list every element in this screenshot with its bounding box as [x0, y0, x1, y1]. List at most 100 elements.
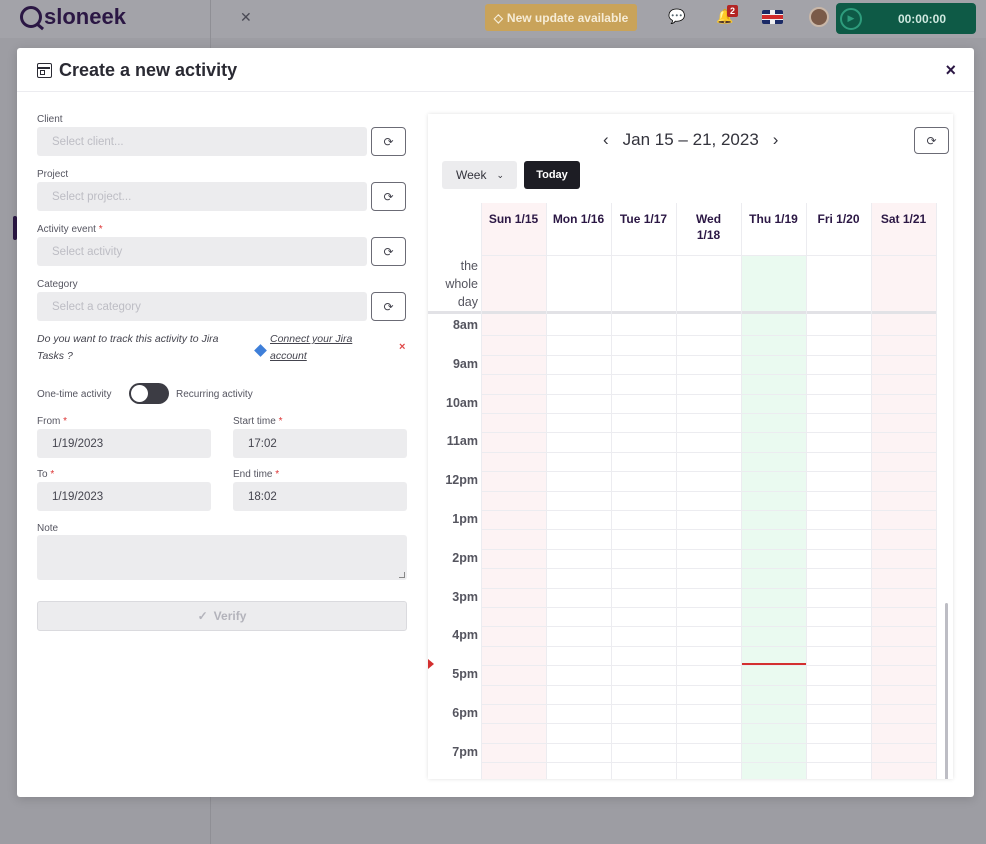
hour-divider	[481, 510, 936, 511]
category-label: Category	[37, 279, 78, 290]
modal-title-text: Create a new activity	[59, 60, 238, 80]
hour-label: 5pm	[452, 667, 478, 682]
column-divider	[936, 203, 937, 779]
hour-divider	[481, 413, 936, 414]
hour-divider	[481, 335, 936, 337]
toggle-knob	[131, 385, 148, 402]
note-textarea[interactable]	[37, 535, 407, 580]
day-header: Mon 1/16	[552, 212, 605, 226]
hour-divider	[481, 607, 936, 608]
hour-label: 8am	[452, 318, 478, 332]
recurring-label: Recurring activity	[176, 389, 253, 400]
one-time-label: One-time activity	[37, 389, 112, 400]
jira-link-line1: Connect your Jira	[270, 333, 353, 345]
category-refresh-button[interactable]: ⟳	[371, 292, 406, 321]
hour-label: 10am	[446, 395, 478, 410]
hour-divider	[481, 762, 936, 764]
uk-flag-icon[interactable]	[762, 10, 783, 24]
view-select[interactable]: Week ⌄	[442, 161, 517, 189]
to-date-input[interactable]: 1/19/2023	[37, 482, 211, 511]
notification-badge: 2	[727, 5, 738, 17]
required-mark: *	[98, 224, 103, 235]
refresh-icon: ⟳	[383, 134, 394, 149]
hour-divider	[481, 548, 936, 550]
verify-label: Verify	[213, 609, 247, 623]
hour-label: 1pm	[452, 512, 478, 526]
today-button[interactable]: Today	[524, 161, 580, 189]
prev-week-chevron-icon[interactable]: ‹	[603, 130, 609, 150]
hour-divider	[481, 742, 936, 744]
close-icon[interactable]: ×	[945, 60, 956, 81]
chat-icon[interactable]: 💬	[668, 8, 685, 25]
hour-divider	[481, 471, 936, 473]
timer-display: 00:00:00	[897, 11, 946, 26]
client-refresh-button[interactable]: ⟳	[371, 127, 406, 156]
start-time-input[interactable]: 17:02	[233, 429, 407, 458]
hour-divider	[481, 529, 936, 531]
hour-divider	[481, 490, 936, 492]
recurring-toggle[interactable]	[129, 383, 169, 404]
client-select[interactable]: Select client...	[37, 127, 367, 156]
verify-button[interactable]: ✓ Verify	[37, 601, 407, 631]
day-header: Wed 1/18	[695, 212, 722, 242]
from-date-input[interactable]: 1/19/2023	[37, 429, 211, 458]
hour-divider	[481, 587, 936, 589]
tab-close-icon[interactable]: ✕	[240, 9, 252, 26]
connect-jira-link[interactable]: Connect your Jira account	[270, 331, 352, 365]
project-refresh-button[interactable]: ⟳	[371, 182, 406, 211]
create-activity-modal: Create a new activity × Client Select cl…	[17, 48, 974, 797]
from-label: From *	[37, 416, 67, 427]
play-icon[interactable]: ▶	[840, 7, 862, 30]
update-available-button[interactable]: ◇ New update available	[485, 4, 637, 31]
to-label-text: To	[37, 469, 48, 480]
end-label-text: End time	[233, 469, 273, 480]
resize-handle-icon[interactable]	[399, 572, 405, 578]
hour-divider	[481, 684, 936, 686]
timer-widget[interactable]: ▶ 00:00:00	[836, 3, 976, 34]
activity-refresh-button[interactable]: ⟳	[371, 237, 406, 266]
hour-label: 6pm	[452, 706, 478, 720]
jira-question: Do you want to track this activity to Ji…	[37, 331, 218, 365]
check-icon: ✓	[197, 609, 208, 623]
next-week-chevron-icon[interactable]: ›	[773, 130, 779, 150]
note-label: Note	[37, 523, 59, 534]
client-label: Client	[37, 114, 63, 125]
hour-label: 12pm	[445, 473, 478, 488]
project-select[interactable]: Select project...	[37, 182, 367, 211]
jira-link-line2: account	[270, 350, 307, 362]
jira-icon	[254, 344, 267, 357]
required-mark: *	[63, 416, 68, 427]
app-logo[interactable]: sloneek	[20, 4, 126, 30]
view-select-value: Week	[456, 168, 487, 182]
category-select[interactable]: Select a category	[37, 292, 367, 321]
activity-select[interactable]: Select activity	[37, 237, 367, 266]
calendar-grid: the whole day Sun 1/15 Mon 1/16 Tue 1/17 We…	[428, 203, 948, 779]
start-time-label: Start time *	[233, 416, 282, 427]
calendar-refresh-button[interactable]: ⟳	[914, 127, 949, 154]
calendar-scrollbar[interactable]	[945, 603, 948, 779]
required-mark: *	[50, 469, 55, 480]
hour-label: 9am	[452, 356, 478, 371]
activity-label: Activity event *	[37, 224, 103, 235]
day-column[interactable]	[741, 255, 806, 779]
current-time-marker	[428, 659, 434, 670]
jira-question-line2: Tasks ?	[37, 350, 73, 362]
activity-label-text: Activity event	[37, 224, 96, 235]
current-time-line	[742, 663, 806, 666]
modal-title: Create a new activity	[37, 60, 237, 81]
refresh-icon: ⟳	[926, 133, 937, 148]
hour-divider	[481, 704, 936, 705]
avatar[interactable]	[809, 7, 829, 27]
week-calendar: ‹ Jan 15 – 21, 2023 › ⟳ Week ⌄ Today the…	[428, 114, 953, 779]
hour-divider	[481, 568, 936, 570]
end-time-input[interactable]: 18:02	[233, 482, 407, 511]
refresh-icon: ⟳	[383, 244, 394, 259]
jira-dismiss-icon[interactable]: ×	[399, 341, 405, 353]
to-label: To *	[37, 469, 54, 480]
hour-divider	[481, 626, 936, 628]
chevron-down-icon: ⌄	[496, 169, 505, 180]
all-day-separator	[428, 311, 936, 314]
required-mark: *	[278, 416, 283, 427]
day-header: Fri 1/20	[817, 212, 860, 226]
hour-label: 11am	[446, 434, 478, 449]
